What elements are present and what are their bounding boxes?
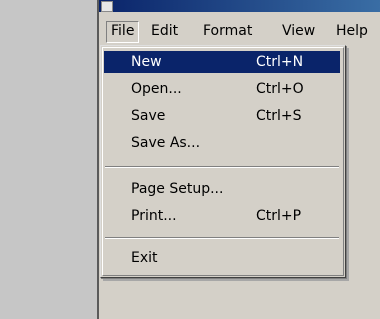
menu-format[interactable]: Format [203,21,252,41]
notepad-icon [101,1,113,12]
menu-separator [105,166,339,168]
menu-item-label: New [131,54,162,70]
menu-item-print[interactable]: Print... Ctrl+P [104,205,340,227]
menu-item-shortcut: Ctrl+P [256,208,302,224]
menu-item-save[interactable]: Save Ctrl+S [104,105,340,127]
menu-item-shortcut: Ctrl+S [256,108,302,124]
menu-bar: File Edit Format View Help [99,17,380,45]
menu-item-open[interactable]: Open... Ctrl+O [104,78,340,100]
menu-item-shortcut: Ctrl+O [256,81,304,97]
menu-item-shortcut: Ctrl+N [256,54,304,70]
title-bar[interactable] [99,0,380,12]
menu-item-exit[interactable]: Exit [104,247,340,269]
menu-item-label: Page Setup... [131,181,224,197]
menu-file[interactable]: File [106,21,140,43]
menu-edit[interactable]: Edit [151,21,178,41]
menu-help[interactable]: Help [336,21,368,41]
menu-view[interactable]: View [282,21,315,41]
menu-item-label: Save As... [131,135,201,151]
menu-item-label: Save [131,108,166,124]
menu-separator [105,237,339,239]
menu-item-page-setup[interactable]: Page Setup... [104,178,340,200]
menu-item-label: Exit [131,250,158,266]
menu-item-label: Print... [131,208,177,224]
file-dropdown-menu: New Ctrl+N Open... Ctrl+O Save Ctrl+S Sa… [100,45,346,278]
menu-item-label: Open... [131,81,182,97]
menu-item-new[interactable]: New Ctrl+N [104,51,340,73]
menu-item-save-as[interactable]: Save As... [104,132,340,154]
